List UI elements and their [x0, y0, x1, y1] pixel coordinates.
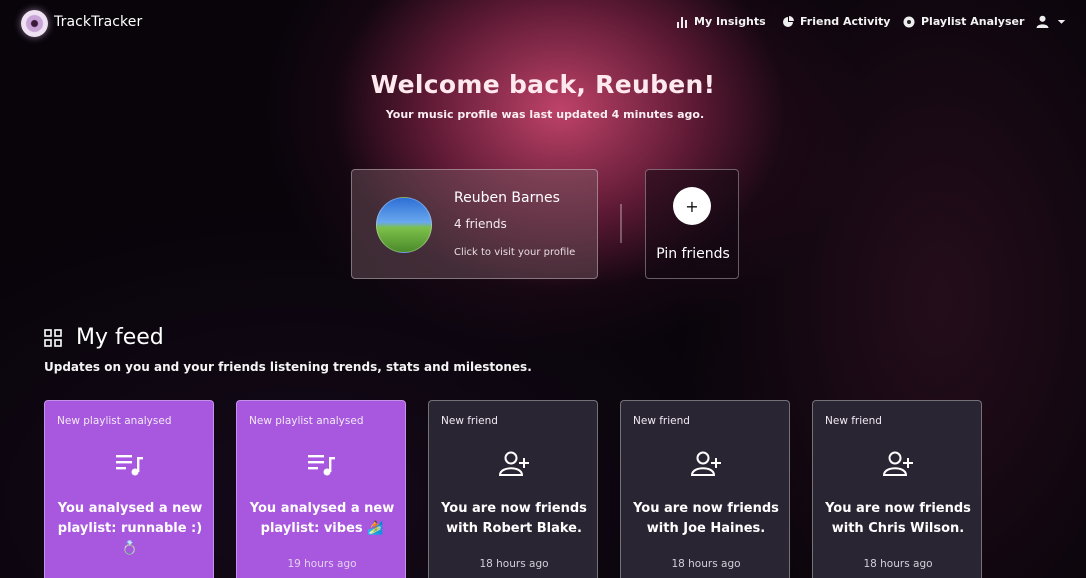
nav-my-insights[interactable]: My Insights	[676, 15, 766, 28]
card-type: New friend	[825, 415, 882, 427]
avatar	[376, 197, 432, 253]
feed-card[interactable]: New playlist analysed You analysed a new…	[236, 400, 406, 578]
add-friend-icon	[882, 451, 913, 476]
logo-icon[interactable]	[21, 10, 48, 37]
card-text: You are now friends with Chris Wilson.	[825, 501, 971, 536]
card-time: 18 hours ago	[671, 558, 741, 570]
card-type: New friend	[441, 415, 498, 427]
nav-friend-activity[interactable]: Friend Activity	[782, 15, 890, 28]
card-text: You are now friends with Robert Blake.	[441, 501, 587, 536]
bar-chart-icon	[677, 16, 687, 28]
playlist-icon	[116, 455, 143, 476]
card-type: New playlist analysed	[249, 415, 364, 427]
card-time: 19 hours ago	[287, 558, 357, 570]
pin-friends-label: Pin friends	[656, 246, 730, 262]
pin-friends-button[interactable]: + Pin friends	[645, 169, 739, 279]
profile-friends-count: 4 friends	[454, 217, 507, 231]
feed-card[interactable]: New playlist analysed You analysed a new…	[44, 400, 214, 578]
add-friend-icon	[690, 451, 721, 476]
divider	[620, 204, 622, 243]
profile-card[interactable]: Reuben Barnes 4 friends Click to visit y…	[351, 169, 598, 279]
feed-title: My feed	[76, 325, 164, 350]
user-icon	[1036, 15, 1049, 28]
welcome-subtitle: Your music profile was last updated 4 mi…	[385, 108, 705, 121]
nav-my-insights-label: My Insights	[694, 15, 766, 28]
feed-subtitle: Updates on you and your friends listenin…	[44, 360, 532, 374]
record-icon	[903, 16, 915, 27]
nav-friend-activity-label: Friend Activity	[800, 15, 891, 28]
pie-chart-icon	[783, 15, 794, 27]
welcome-title: Welcome back, Reuben!	[370, 70, 716, 99]
feed-card[interactable]: New friend You are now friends with Robe…	[428, 400, 598, 578]
card-type: New friend	[633, 415, 690, 427]
brand-name[interactable]: TrackTracker	[54, 14, 142, 30]
feed-card[interactable]: New friend You are now friends with Joe …	[620, 400, 790, 578]
card-text: You are now friends with Joe Haines.	[633, 501, 779, 536]
card-text: You analysed a new playlist: vibes 🏄	[249, 501, 395, 536]
user-menu[interactable]	[1036, 15, 1066, 28]
card-time: 18 hours ago	[479, 558, 549, 570]
top-nav: TrackTracker My Insights Friend Activity…	[0, 0, 1086, 46]
add-friend-icon	[498, 451, 529, 476]
profile-visit-hint: Click to visit your profile	[454, 247, 576, 258]
profile-name: Reuben Barnes	[454, 190, 560, 206]
nav-playlist-analyser-label: Playlist Analyser	[921, 15, 1025, 28]
grid-icon	[44, 329, 62, 347]
playlist-icon	[308, 455, 335, 476]
nav-playlist-analyser[interactable]: Playlist Analyser	[903, 15, 1024, 28]
feed-card[interactable]: New friend You are now friends with Chri…	[812, 400, 982, 578]
card-type: New playlist analysed	[57, 415, 172, 427]
card-time: 18 hours ago	[863, 558, 933, 570]
chevron-down-icon	[1057, 20, 1066, 24]
card-text: You analysed a new playlist: runnable :)…	[57, 501, 203, 556]
plus-icon: +	[673, 187, 711, 225]
